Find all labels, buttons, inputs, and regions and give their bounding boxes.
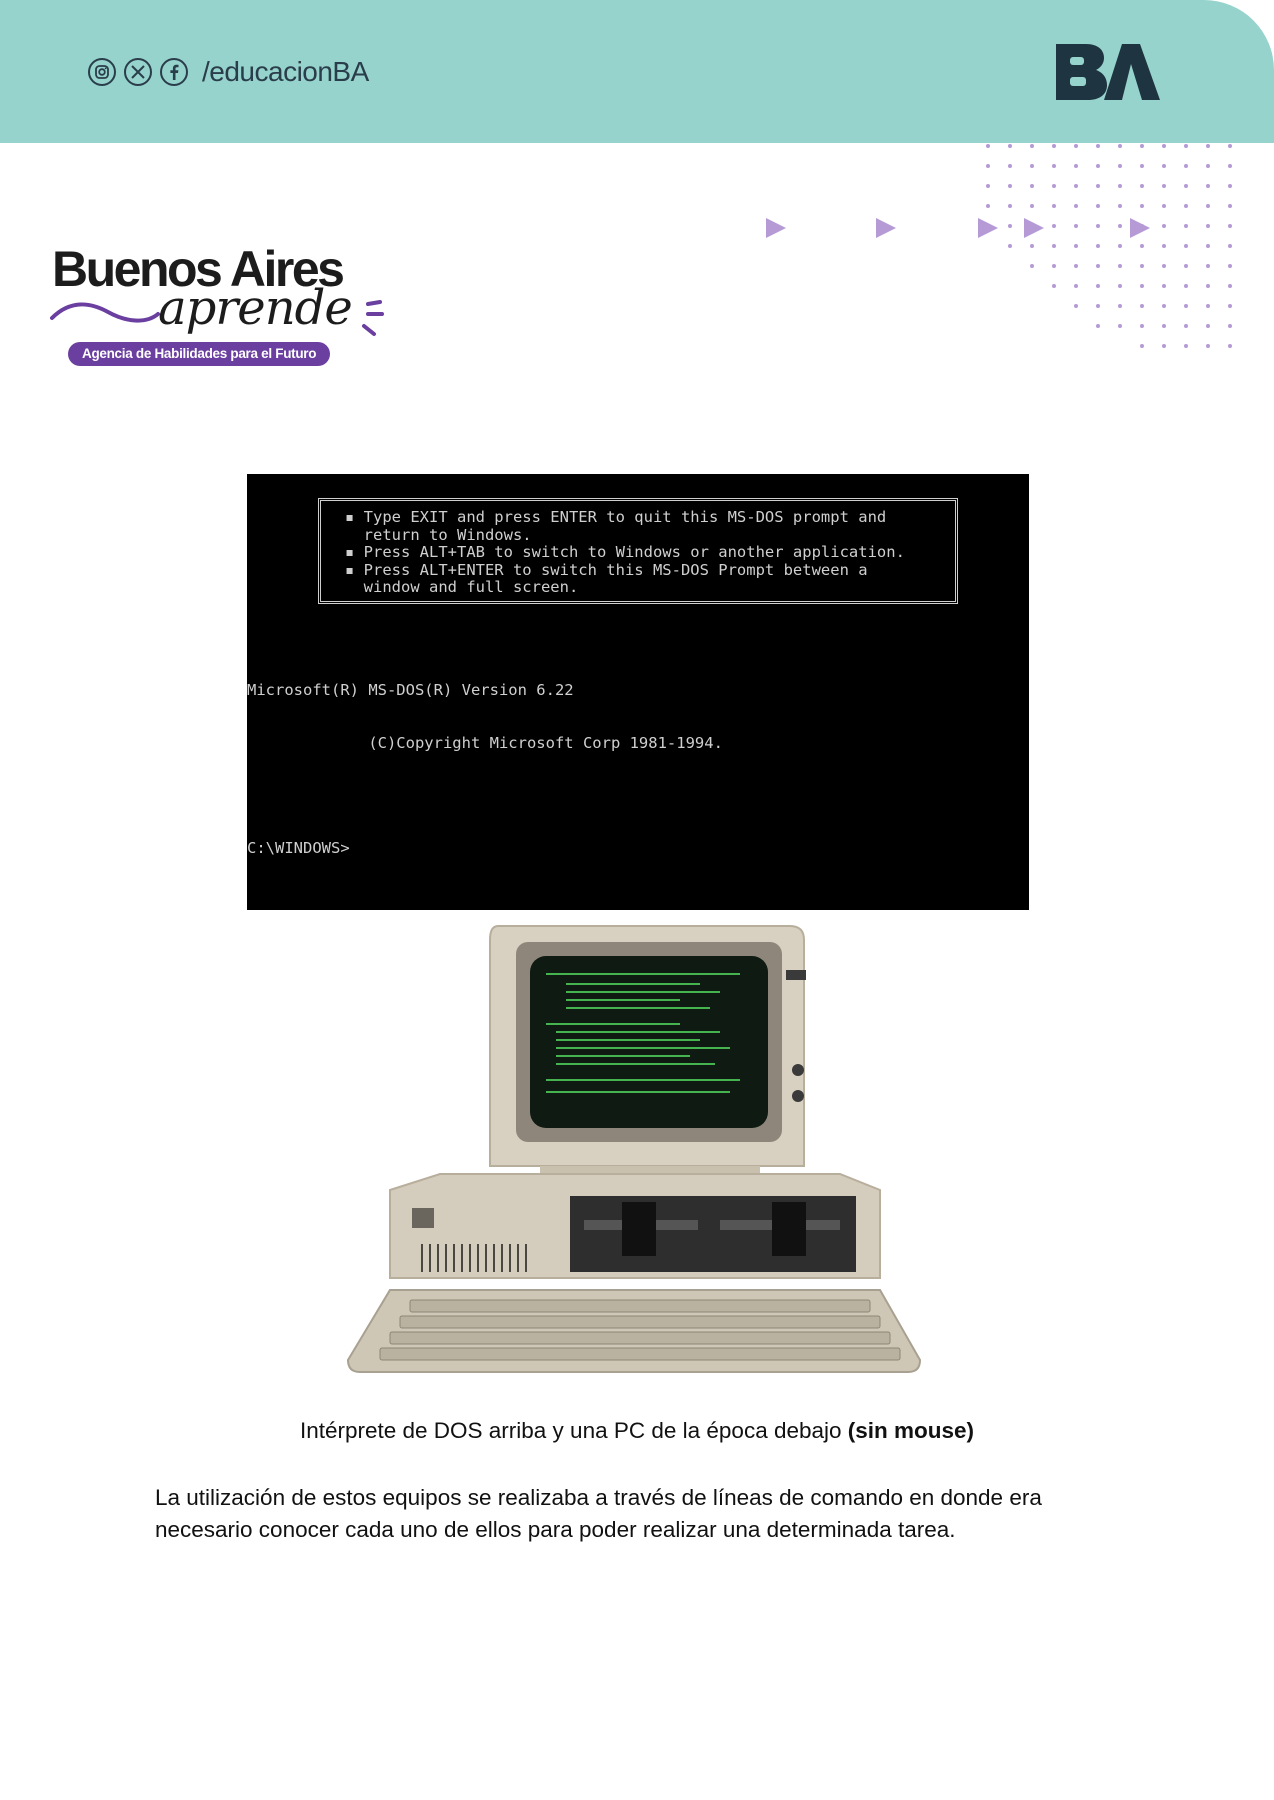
decorative-dot-grid <box>986 144 1232 348</box>
ba-city-logo <box>1056 44 1160 100</box>
msdos-screen-image: ▪ Type EXIT and press ENTER to quit this… <box>247 474 1029 910</box>
figure-caption: Intérprete de DOS arriba y una PC de la … <box>0 1418 1274 1444</box>
page-header: /educacionBA <box>0 0 1274 143</box>
social-links: /educacionBA <box>88 52 369 92</box>
instagram-icon[interactable] <box>88 58 116 86</box>
msdos-info-line: ▪ Press ALT+ENTER to switch this MS-DOS … <box>345 560 868 579</box>
decorative-arrows <box>766 218 1150 238</box>
x-icon[interactable] <box>124 58 152 86</box>
msdos-info-box: ▪ Type EXIT and press ENTER to quit this… <box>318 498 958 604</box>
logo-tagline: Agencia de Habilidades para el Futuro <box>68 342 331 366</box>
msdos-info-line: window and full screen. <box>345 578 579 596</box>
msdos-info-line: ▪ Press ALT+TAB to switch to Windows or … <box>345 543 905 561</box>
caption-text: Intérprete de DOS arriba y una PC de la … <box>299 1418 848 1443</box>
buenos-aires-aprende-logo: Buenos Aires aprende Agencia de Habilida… <box>50 240 390 370</box>
caption-bold: (sin mouse) <box>847 1418 975 1443</box>
msdos-blank-line <box>247 787 723 805</box>
facebook-icon[interactable] <box>160 58 188 86</box>
msdos-copyright-line: (C)Copyright Microsoft Corp 1981-1994. <box>247 733 723 752</box>
logo-script: aprende <box>158 280 353 336</box>
msdos-prompt: C:\WINDOWS> <box>247 838 350 857</box>
msdos-info-line: ▪ Type EXIT and press ENTER to quit this… <box>345 508 887 526</box>
vintage-ibm-pc-image <box>346 925 922 1373</box>
body-paragraph: La utilización de estos equipos se reali… <box>155 1485 1042 1542</box>
msdos-info-line: return to Windows. <box>345 525 532 544</box>
msdos-banner: Microsoft(R) MS-DOS(R) Version 6.22 (C)C… <box>247 647 723 892</box>
msdos-version-line: Microsoft(R) MS-DOS(R) Version 6.22 <box>247 681 574 699</box>
social-handle[interactable]: /educacionBA <box>202 56 369 88</box>
